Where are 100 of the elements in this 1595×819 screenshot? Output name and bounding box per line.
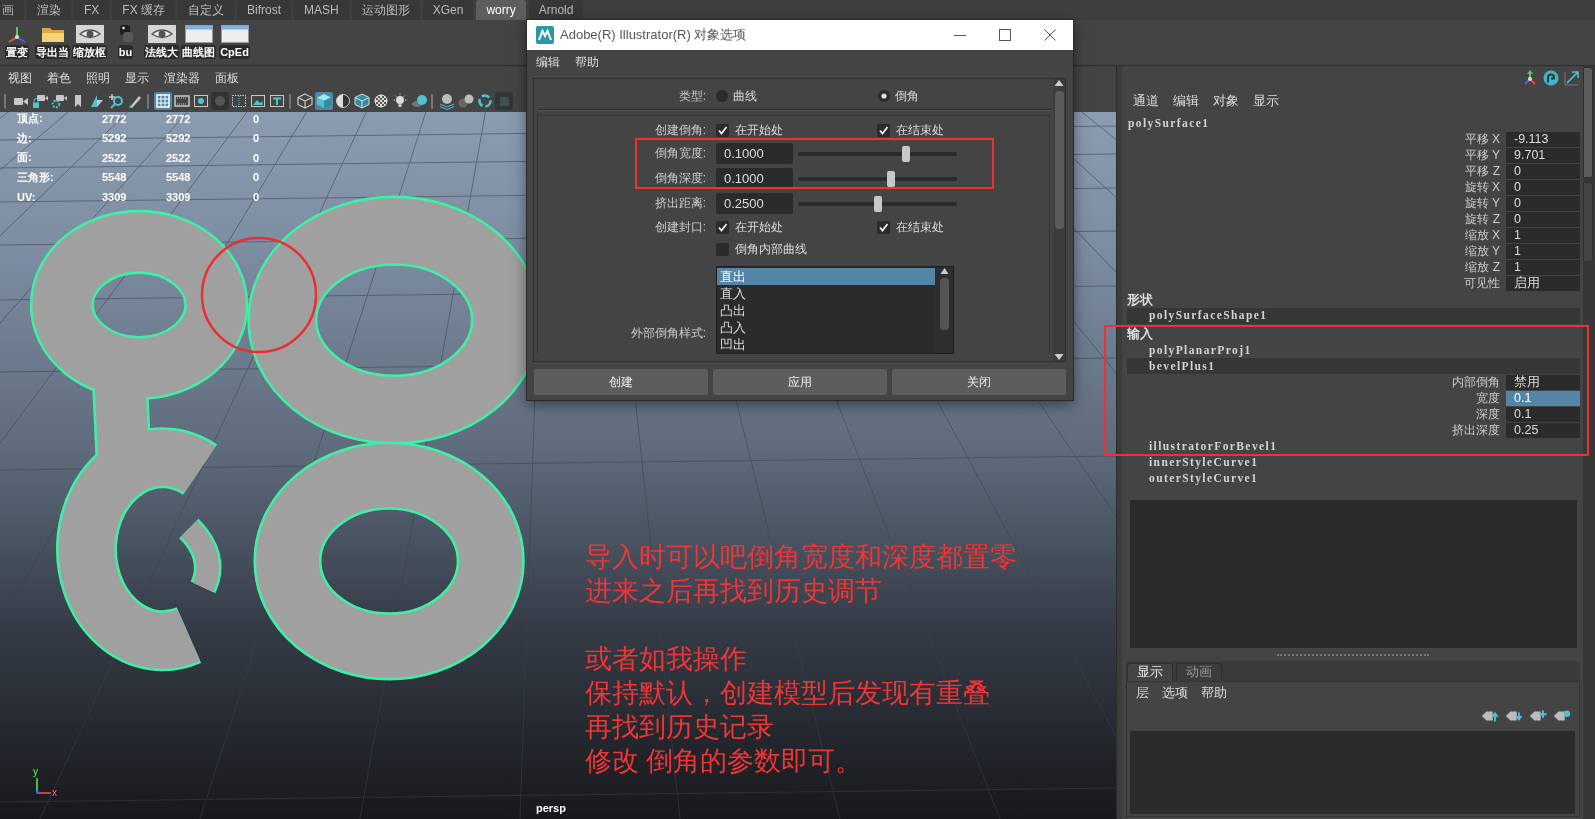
value-field[interactable]: 0.1	[1506, 390, 1580, 406]
node-item[interactable]: polyPlanarProj1	[1127, 342, 1580, 358]
shelf-tab[interactable]: XGen	[422, 0, 474, 20]
shelf-tool-button[interactable]: 导出当	[35, 24, 70, 59]
menu-item[interactable]: 显示	[1253, 92, 1279, 110]
node-item[interactable]: bevelPlus1	[1127, 358, 1580, 374]
shelf-tool-button[interactable]: 法线大	[144, 24, 179, 59]
scrollbar-thumb[interactable]	[939, 278, 949, 330]
shadow-sphere-icon[interactable]	[410, 92, 428, 110]
menu-item[interactable]: 编辑	[1173, 92, 1199, 110]
camera-ring-icon[interactable]	[50, 92, 68, 110]
value-field[interactable]: 0.25	[1506, 422, 1580, 438]
menu-item[interactable]: 着色	[47, 69, 71, 87]
value-field[interactable]: 1	[1506, 243, 1580, 259]
shelf-tab[interactable]: 渲染	[27, 0, 71, 20]
square-tile-icon[interactable]	[495, 92, 513, 110]
value-field[interactable]: 启用	[1506, 275, 1580, 291]
slider-handle[interactable]	[873, 195, 882, 212]
shelf-tool-button[interactable]: 曲线图	[181, 24, 216, 59]
menu-item[interactable]: 照明	[86, 69, 110, 87]
shelf-tab[interactable]: FX	[74, 0, 110, 20]
shelf-tab[interactable]: 画	[0, 0, 24, 20]
slider[interactable]	[798, 193, 957, 214]
node-item[interactable]: illustratorForBevel1	[1127, 438, 1580, 454]
film-icon[interactable]	[173, 92, 191, 110]
layered-sphere-icon[interactable]	[438, 92, 456, 110]
value-field[interactable]: 0.1000	[716, 143, 793, 164]
grid-icon[interactable]	[154, 92, 172, 110]
value-field[interactable]: 1	[1506, 227, 1580, 243]
value-field[interactable]: 1	[1506, 259, 1580, 275]
menu-item[interactable]: 显示	[125, 69, 149, 87]
dotted-ring-icon[interactable]	[476, 92, 494, 110]
two-spheres-icon[interactable]	[457, 92, 475, 110]
bulb-icon[interactable]	[391, 92, 409, 110]
tag-dot-icon[interactable]	[1553, 709, 1571, 723]
checkbox[interactable]	[716, 220, 729, 234]
list-item[interactable]: 凹出	[717, 336, 935, 353]
value-field[interactable]: 0	[1506, 179, 1580, 195]
menu-item[interactable]: 视图	[8, 69, 32, 87]
panel-tab[interactable]: 动画	[1176, 663, 1222, 681]
dialog-button[interactable]: 创建	[534, 369, 708, 395]
scroll-down-icon[interactable]	[1054, 353, 1064, 361]
node-item[interactable]: innerStyleCurve1	[1127, 454, 1580, 470]
shelf-tool-button[interactable]: bu	[109, 24, 142, 59]
shelf-tab[interactable]: MASH	[294, 0, 349, 20]
value-field[interactable]: 0	[1506, 211, 1580, 227]
checkbox[interactable]	[716, 123, 729, 137]
menu-item[interactable]: 选项	[1162, 684, 1188, 702]
tag-up-arrow-icon[interactable]	[1481, 709, 1499, 723]
radio-button[interactable]	[716, 90, 728, 102]
node-item[interactable]: outerStyleCurve1	[1127, 470, 1580, 486]
checkbox[interactable]	[877, 123, 890, 137]
axes-icon[interactable]	[1522, 70, 1538, 86]
shelf-tool-button[interactable]: CpEd	[218, 24, 251, 59]
close-icon[interactable]	[1044, 29, 1056, 41]
t-frame-icon[interactable]	[268, 92, 286, 110]
checker-sphere-icon[interactable]	[372, 92, 390, 110]
magnifier-icon[interactable]	[107, 92, 125, 110]
diagonal-arrow-icon[interactable]	[1564, 70, 1580, 86]
camera-lock-icon[interactable]	[31, 92, 49, 110]
maximize-icon[interactable]	[999, 29, 1011, 41]
shelf-tab[interactable]: Bifrost	[237, 0, 292, 20]
list-item[interactable]: 直出	[717, 268, 935, 285]
circle-curve-icon[interactable]	[1543, 70, 1559, 86]
scroll-up-icon[interactable]	[1054, 79, 1064, 87]
menu-item[interactable]: 层	[1136, 684, 1149, 702]
circle-square-icon[interactable]	[192, 92, 210, 110]
value-field[interactable]: 禁用	[1506, 374, 1580, 390]
scrollbar-thumb[interactable]	[1054, 91, 1064, 229]
wire-cube-icon[interactable]	[353, 92, 371, 110]
menu-item[interactable]: 渲染器	[164, 69, 200, 87]
checkbox[interactable]	[716, 242, 729, 256]
shelf-tab[interactable]: 自定义	[178, 0, 234, 20]
value-field[interactable]: -9.113	[1506, 131, 1580, 147]
slider[interactable]	[798, 143, 957, 164]
dialog-button[interactable]: 应用	[713, 369, 887, 395]
menu-item[interactable]: 帮助	[575, 53, 599, 71]
shelf-tab[interactable]: 运动图形	[351, 0, 420, 20]
menu-item[interactable]: 对象	[1213, 92, 1239, 110]
checkbox[interactable]	[877, 220, 890, 234]
value-field[interactable]: 0.1000	[716, 168, 793, 189]
half-sphere-icon[interactable]	[334, 92, 352, 110]
shelf-tool-button[interactable]: 缩放枢	[72, 24, 107, 59]
menu-item[interactable]: 帮助	[1201, 684, 1227, 702]
slider-handle[interactable]	[902, 145, 911, 162]
list-item[interactable]: 直入	[717, 285, 935, 302]
shelf-tab[interactable]: Arnold	[528, 0, 584, 20]
list-item[interactable]: 凸入	[717, 319, 935, 336]
object-name[interactable]: polySurface1	[1122, 116, 1583, 131]
scrollbar[interactable]	[1053, 79, 1065, 361]
wireframe-cube-icon[interactable]	[296, 92, 314, 110]
shelf-tab[interactable]: FX 缓存	[112, 0, 175, 20]
menu-item[interactable]: 编辑	[536, 53, 560, 71]
shelf-tab[interactable]: worry	[476, 0, 526, 20]
list-item[interactable]: 凸出	[717, 302, 935, 319]
dialog-button[interactable]: 关闭	[892, 369, 1066, 395]
picture-icon[interactable]	[249, 92, 267, 110]
value-field[interactable]: 9.701	[1506, 147, 1580, 163]
menu-item[interactable]: 面板	[215, 69, 239, 87]
panel-tab[interactable]: 显示	[1127, 663, 1173, 681]
